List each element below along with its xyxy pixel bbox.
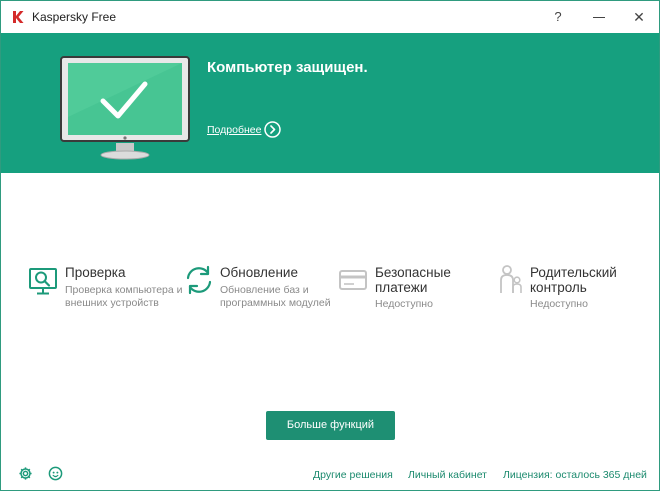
feature-title: Проверка <box>65 265 126 280</box>
protected-monitor-icon <box>60 56 190 160</box>
support-icon[interactable] <box>48 466 63 481</box>
feature-description: Проверка компьютера и внешних устройств <box>65 284 183 309</box>
update-arrows-icon <box>186 265 212 295</box>
protection-status-title: Компьютер защищен. <box>207 59 368 76</box>
kaspersky-logo-icon <box>13 11 24 23</box>
app-window: Kaspersky Free ? ✕ Компьютер защищен. По… <box>0 0 660 491</box>
my-account-link[interactable]: Личный кабинет <box>408 469 487 481</box>
gear-icon[interactable] <box>18 466 33 481</box>
license-link[interactable]: Лицензия: осталось 365 дней <box>503 469 647 481</box>
other-solutions-link[interactable]: Другие решения <box>313 469 393 481</box>
feature-description: Обновление баз и программных модулей <box>220 284 331 309</box>
help-button[interactable]: ? <box>544 6 572 28</box>
feature-description: Недоступно <box>530 298 588 310</box>
feature-title: Обновление <box>220 265 298 280</box>
close-button[interactable]: ✕ <box>625 6 653 28</box>
feature-description: Недоступно <box>375 298 433 310</box>
feature-title: Родительский контроль <box>530 265 617 295</box>
safe-money-card-icon <box>339 270 367 290</box>
feature-title: Безопасные платежи <box>375 265 451 295</box>
parental-control-icon <box>500 265 522 293</box>
window-title: Kaspersky Free <box>32 10 117 24</box>
title-bar: Kaspersky Free ? ✕ <box>1 1 659 33</box>
minimize-icon <box>593 17 605 18</box>
scan-monitor-icon <box>29 268 57 295</box>
chevron-right-circle-icon[interactable] <box>264 121 281 138</box>
status-banner: Компьютер защищен. Подробнее <box>1 33 659 173</box>
more-functions-button[interactable]: Больше функций <box>266 411 395 440</box>
minimize-button[interactable] <box>585 6 613 28</box>
details-link[interactable]: Подробнее <box>207 124 261 136</box>
